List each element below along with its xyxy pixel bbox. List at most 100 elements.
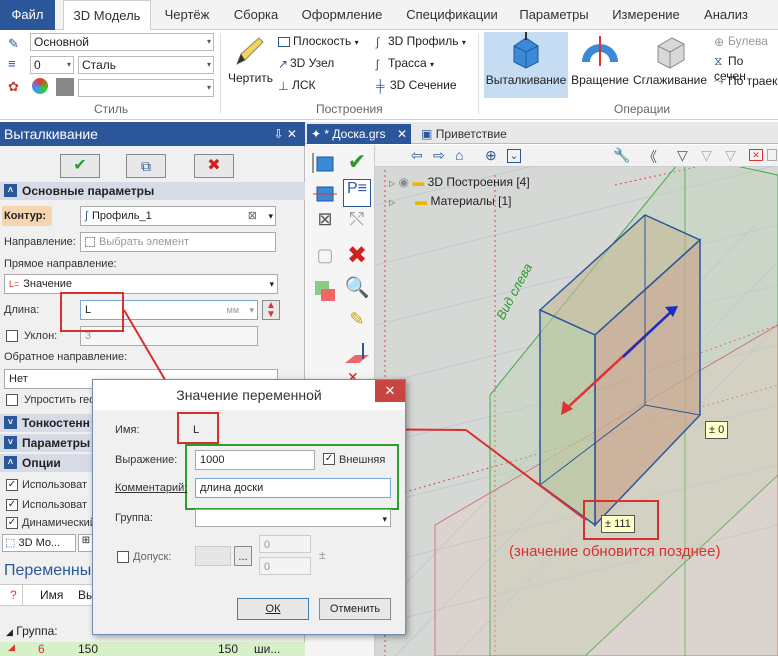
scene-drawing [375,145,778,656]
zoom-icon[interactable]: 🔍 [343,275,371,303]
group-label: Группа: [115,512,153,524]
color-icon[interactable] [32,78,48,94]
bytraj-button[interactable]: ⤳ По траек [714,74,777,89]
expand-icon[interactable]: ⌄ [507,149,521,163]
cut-box-icon[interactable]: ⊠ [311,209,339,237]
tab-drawing[interactable]: Чертёж [158,0,216,30]
tab-file[interactable]: Файл [0,0,55,30]
dimension-badge-top[interactable]: ± 0 [705,421,729,439]
color-swatch[interactable] [56,78,74,96]
divider [220,34,221,114]
profile3d-button[interactable]: ∫ 3D Профиль ▾ [376,34,466,49]
chevron-down-icon[interactable]: ▾ [268,207,273,225]
rotate-button[interactable]: Вращение [570,32,630,98]
filter-box-icon[interactable] [767,149,777,161]
close-icon[interactable]: ✕ [397,124,407,144]
opt3-checkbox[interactable]: ✓ [6,517,18,529]
main-params-section[interactable]: ˄ Основные параметры [0,182,305,200]
wrench-icon[interactable]: 🔧 [613,147,630,164]
tab-specifications[interactable]: Спецификации [396,0,508,30]
vars-row[interactable]: ◢ 6 150 150 ши... [0,642,305,656]
params-icon[interactable]: P≡ [343,179,371,207]
expression-input[interactable]: 1000 [195,450,315,470]
draw-button[interactable]: Чертить [228,34,273,98]
plane-arrow-icon[interactable] [343,341,371,369]
tab-design[interactable]: Оформление [296,0,388,30]
material-select[interactable]: Сталь ▾ [78,56,214,74]
layer-number-select[interactable]: 0 ▾ [30,56,74,74]
layer-select[interactable]: Основной ▾ [30,33,214,51]
checkmark-icon[interactable]: ✔ [343,149,371,177]
tolerance-top-input[interactable]: 0 [259,535,311,553]
tolerance-bottom-input[interactable]: 0 [259,557,311,575]
node3d-button[interactable]: ↗ 3D Узел [278,56,334,71]
flip-direction-button[interactable]: ▲ ▼ [262,300,280,320]
cube-outline-icon[interactable]: ▢ [311,245,339,273]
pin-close-icon[interactable]: ⇩ ✕ [274,122,297,146]
cancel-x-icon[interactable]: ✖ [343,241,371,269]
section3d-button[interactable]: ╪ 3D Сечение [376,78,457,93]
branch-icon[interactable]: ⤲ [343,209,371,237]
filter-red-icon[interactable]: ✕ [749,149,763,161]
forward-icon[interactable]: ⇨ [433,147,445,164]
back-icon[interactable]: ⇦ [411,147,423,164]
tab-3d-model[interactable]: 3D Модель [63,0,151,31]
color-shapes-icon[interactable] [311,277,339,305]
extrude-button[interactable]: Выталкивание [484,32,568,98]
vars-group-row[interactable]: ◢ Группа: [6,624,58,638]
cancel-dialog-button[interactable]: Отменить [319,598,391,620]
target-icon[interactable]: ⊕ [485,147,497,164]
ok-button[interactable]: ОК [237,598,309,620]
contour-field[interactable]: ∫ Профиль_1 ⊠ ▾ [80,206,276,226]
draw-pencil-icon [236,37,264,66]
forward-mode-select[interactable]: L= Значение ▾ [4,274,278,294]
group-select[interactable]: ▾ [195,509,391,527]
opt2-checkbox[interactable]: ✓ [6,499,18,511]
pencil-icon[interactable]: ✎ [343,309,371,337]
bottom-tab-3d-model[interactable]: ⬚ 3D Мо... [2,534,76,552]
smooth-label: Сглаживание [632,73,708,87]
name-value[interactable]: L [193,424,199,436]
simplify-checkbox[interactable] [6,394,18,406]
filter-icon[interactable]: ▽ [677,147,688,164]
dialog-close-button[interactable]: ✕ [375,380,405,402]
box-blue-icon[interactable] [311,149,339,177]
box-split-icon[interactable] [311,179,339,207]
collapse-left-icon[interactable]: 《 [643,147,657,167]
plane-button[interactable]: Плоскость ▾ [278,34,359,48]
tree-item-builds[interactable]: ▷ ◉ ▬ 3D Построения [4] [389,175,530,189]
tolerance-type-input[interactable] [195,546,231,566]
cancel-button[interactable]: ✖ [194,154,234,178]
direction-field[interactable]: Выбрать элемент [80,232,276,252]
lcs-button[interactable]: ⊥ ЛСК [278,78,316,93]
tab-parameters[interactable]: Параметры [515,0,593,30]
3d-viewport[interactable]: Вид слева ⇦ ⇨ ⌂ ⊕ ⌄ 🔧 《 ▽ ▽ ▽ ✕ ▷ ◉ ▬ 3D… [375,145,778,656]
doc-tab-active[interactable]: ✦ * Доска.grs ✕ [307,124,411,144]
filter-off-icon[interactable]: ▽ [725,147,736,164]
doc-tab-welcome[interactable]: ▣ Приветствие [417,124,517,144]
external-checkbox[interactable]: ✓ [323,453,335,465]
expand-arrow-icon: ▷ [389,179,396,188]
home-icon[interactable]: ⌂ [455,147,463,163]
tab-assembly[interactable]: Сборка [224,0,288,30]
filter-clear-icon[interactable]: ▽ [701,147,712,164]
clear-icon[interactable]: ⊠ [248,207,257,225]
tab-analysis[interactable]: Анализ [696,0,756,30]
lcs-icon: ⊥ [278,78,289,93]
smooth-button[interactable]: Сглаживание [632,32,708,98]
comment-input[interactable]: длина доски [195,478,391,498]
opt1-checkbox[interactable]: ✓ [6,479,18,491]
preview-button[interactable]: ⧉ [126,154,166,178]
style-select[interactable]: ▾ [78,79,214,97]
tree-item-materials[interactable]: ▷ ▬ Материалы [1] [389,194,511,208]
slope-checkbox[interactable] [6,330,18,342]
tolerance-dots-button[interactable]: ... [234,546,252,566]
tolerance-checkbox[interactable] [117,551,129,563]
vars-col-name[interactable]: Имя [40,585,63,605]
apply-button[interactable]: ✔ [60,154,100,178]
trace-button[interactable]: ʃ Трасса ▾ [376,56,434,71]
eye-icon[interactable]: ◉ [399,175,409,189]
tab-measure[interactable]: Измерение [604,0,688,30]
palette-icon[interactable]: ✿ [8,79,19,95]
boolean-button[interactable]: ⊕ Булева [714,34,768,49]
